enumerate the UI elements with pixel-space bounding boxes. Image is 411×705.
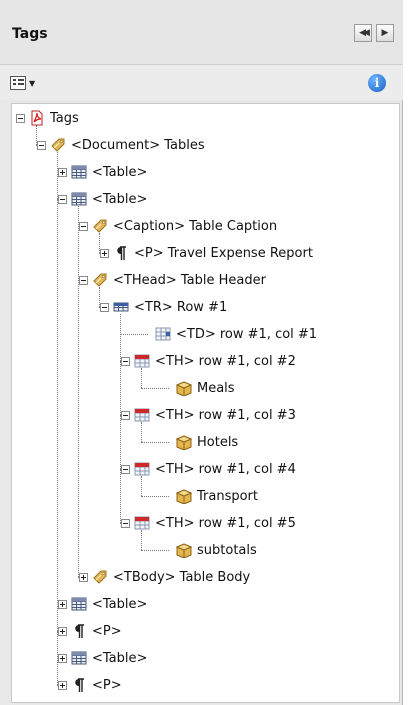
paragraph-icon <box>71 623 92 639</box>
tree-node-tr-row-1[interactable]: <TR> Row #1 <box>100 296 227 318</box>
tree-node-label: <TR> Row #1 <box>134 299 228 315</box>
tree-node-th-row-1-col-4[interactable]: <TH> row #1, col #4 <box>121 458 296 480</box>
options-menu-icon <box>10 76 26 90</box>
tree-node-transport[interactable]: Transport <box>142 485 258 507</box>
tag-icon <box>92 218 113 234</box>
tags-tree[interactable]: Tags <Document> Tables <Table> <Table> <Capt… <box>11 103 400 703</box>
tags-panel: Tags ◀◀ ▶ ▼ i Tags <Document> Tables <Tabl… <box>0 0 403 705</box>
tree-node-p-travel-expense-report[interactable]: <P> Travel Expense Report <box>100 242 313 264</box>
tree-node-thead-table-header[interactable]: <THead> Table Header <box>79 269 266 291</box>
dropdown-arrow-icon: ▼ <box>29 78 36 88</box>
expand-toggle-icon[interactable] <box>100 248 109 258</box>
collapse-toggle-icon[interactable] <box>100 302 109 312</box>
collapse-toggle-icon[interactable] <box>79 275 88 285</box>
tree-node-table[interactable]: <Table> <box>58 161 147 183</box>
next-panel-button[interactable]: ▶ <box>376 24 394 42</box>
tree-node-tags[interactable]: Tags <box>16 107 79 129</box>
tree-node-label: <THead> Table Header <box>113 272 266 288</box>
table-cell-icon <box>155 326 176 342</box>
collapse-toggle-icon[interactable] <box>16 113 25 123</box>
content-box-icon <box>176 434 197 450</box>
table-icon <box>71 650 92 666</box>
table-header-cell-icon <box>134 461 155 477</box>
tree-node-label: <P> <box>92 623 122 639</box>
tree-node-label: <Table> <box>92 164 148 180</box>
tree-node-label: <TH> row #1, col #3 <box>155 407 296 423</box>
tree-node-label: <TH> row #1, col #2 <box>155 353 296 369</box>
table-icon <box>71 596 92 612</box>
pdf-tags-icon <box>29 110 50 126</box>
table-icon <box>71 164 92 180</box>
collapse-toggle-icon[interactable] <box>121 356 130 366</box>
table-header-cell-icon <box>134 515 155 531</box>
tag-icon <box>92 569 113 585</box>
tree-node-th-row-1-col-2[interactable]: <TH> row #1, col #2 <box>121 350 296 372</box>
tree-node-document-tables[interactable]: <Document> Tables <box>37 134 205 156</box>
paragraph-icon <box>113 245 134 261</box>
info-button[interactable]: i <box>368 74 386 92</box>
tree-node-caption-table-caption[interactable]: <Caption> Table Caption <box>79 215 277 237</box>
tree-node-th-row-1-col-3[interactable]: <TH> row #1, col #3 <box>121 404 296 426</box>
tree-node-label: <Table> <box>92 191 148 207</box>
tree-node-td-row-1-col-1[interactable]: <TD> row #1, col #1 <box>121 323 317 345</box>
expand-toggle-icon[interactable] <box>58 626 67 636</box>
tree-node-label: <TD> row #1, col #1 <box>176 326 318 342</box>
options-menu-button[interactable]: ▼ <box>10 74 48 92</box>
panel-toolbar: ▼ i <box>0 65 403 100</box>
tree-node-label: <Caption> Table Caption <box>113 218 278 234</box>
tree-node-hotels[interactable]: Hotels <box>142 431 238 453</box>
collapse-toggle-icon[interactable] <box>37 140 46 150</box>
tree-node-label: Hotels <box>197 434 239 450</box>
expand-toggle-icon[interactable] <box>79 572 88 582</box>
tree-node-meals[interactable]: Meals <box>142 377 235 399</box>
content-box-icon <box>176 380 197 396</box>
collapse-toggle-icon[interactable] <box>121 518 130 528</box>
content-box-icon <box>176 488 197 504</box>
panel-header: Tags ◀◀ ▶ <box>0 0 403 65</box>
tree-node-label: <TH> row #1, col #5 <box>155 515 296 531</box>
tree-node-p[interactable]: <P> <box>58 620 122 642</box>
content-box-icon <box>176 542 197 558</box>
expand-toggle-icon[interactable] <box>58 599 67 609</box>
tree-node-label: <TH> row #1, col #4 <box>155 461 296 477</box>
tree-node-label: Meals <box>197 380 235 396</box>
tree-node-label: <Document> Tables <box>71 137 205 153</box>
table-icon <box>71 191 92 207</box>
tree-node-label: <P> Travel Expense Report <box>134 245 313 261</box>
tree-node-p[interactable]: <P> <box>58 674 122 696</box>
tree-node-tbody-table-body[interactable]: <TBody> Table Body <box>79 566 250 588</box>
tree-node-th-row-1-col-5[interactable]: <TH> row #1, col #5 <box>121 512 296 534</box>
tree-node-label: <Table> <box>92 650 148 666</box>
table-header-cell-icon <box>134 353 155 369</box>
panel-title: Tags <box>12 26 48 42</box>
tree-node-label: <Table> <box>92 596 148 612</box>
tree-node-subtotals[interactable]: subtotals <box>142 539 257 561</box>
tree-node-table[interactable]: <Table> <box>58 593 147 615</box>
chevron-right-icon: ▶ <box>381 28 389 38</box>
tree-node-table[interactable]: <Table> <box>58 188 147 210</box>
tree-connector-line <box>78 206 79 577</box>
tag-icon <box>50 137 71 153</box>
collapse-toggle-icon[interactable] <box>58 194 67 204</box>
tree-node-label: Transport <box>197 488 259 504</box>
info-icon: i <box>374 76 380 90</box>
tree-node-label: Tags <box>50 110 79 126</box>
paragraph-icon <box>71 677 92 693</box>
tree-node-table[interactable]: <Table> <box>58 647 147 669</box>
table-row-icon <box>113 299 134 315</box>
tree-node-label: <TBody> Table Body <box>113 569 251 585</box>
tree-node-label: <P> <box>92 677 122 693</box>
collapse-toggle-icon[interactable] <box>121 464 130 474</box>
collapse-toggle-icon[interactable] <box>79 221 88 231</box>
expand-toggle-icon[interactable] <box>58 167 67 177</box>
tag-icon <box>92 272 113 288</box>
table-header-cell-icon <box>134 407 155 423</box>
collapse-toggle-icon[interactable] <box>121 410 130 420</box>
expand-toggle-icon[interactable] <box>58 653 67 663</box>
double-chevron-left-icon: ◀◀ <box>359 28 370 38</box>
tree-node-label: subtotals <box>197 542 257 558</box>
expand-toggle-icon[interactable] <box>58 680 67 690</box>
collapse-panel-button[interactable]: ◀◀ <box>354 24 372 42</box>
